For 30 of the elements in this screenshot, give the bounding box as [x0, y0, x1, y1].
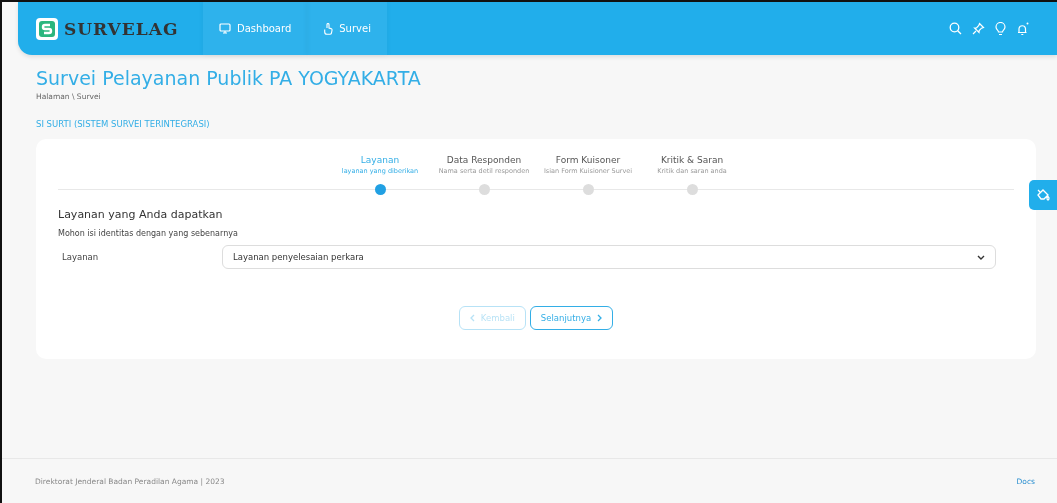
step-dot[interactable] — [686, 184, 698, 195]
monitor-icon — [219, 23, 231, 34]
bell-icon[interactable] — [1016, 21, 1029, 36]
lightbulb-icon[interactable] — [995, 21, 1006, 36]
nav-tab[interactable]: Survei — [307, 2, 387, 55]
hand-icon — [323, 22, 334, 35]
paint-bucket-icon — [1036, 188, 1050, 202]
step-title: Form Kuisoner — [555, 155, 621, 165]
form-heading: Layanan yang Anda dapatkan — [58, 208, 224, 221]
step-dot[interactable] — [478, 184, 490, 195]
section-label: SI SURTI (SISTEM SURVEI TERINTEGRASI) — [36, 119, 211, 129]
theme-button[interactable] — [1029, 180, 1057, 210]
chevron-left-icon — [469, 314, 475, 322]
step-dot[interactable] — [582, 184, 594, 195]
page-title: Survei Pelayanan Publik PA YOGYAKARTA — [36, 67, 422, 89]
step-dot[interactable] — [374, 184, 386, 195]
logo-icon — [36, 17, 58, 40]
logo-text: SURVELAG — [64, 18, 179, 39]
service-dropdown[interactable]: Layanan penyelesaian perkara — [222, 245, 996, 269]
nav-tab[interactable]: Dashboard — [203, 2, 308, 55]
chevron-down-icon — [977, 254, 985, 260]
search-icon[interactable] — [949, 22, 962, 35]
form-hint: Mohon isi identitas dengan yang sebenarnya — [58, 229, 239, 238]
field-label: Layanan — [61, 252, 100, 262]
step-title: Kritik & Saran — [660, 155, 724, 165]
pin-icon[interactable] — [972, 22, 985, 35]
chevron-right-icon — [597, 314, 603, 322]
step-title: Data Responden — [446, 155, 522, 165]
step-title: Layanan — [360, 155, 400, 165]
next-button[interactable]: Selanjutnya — [529, 306, 614, 330]
